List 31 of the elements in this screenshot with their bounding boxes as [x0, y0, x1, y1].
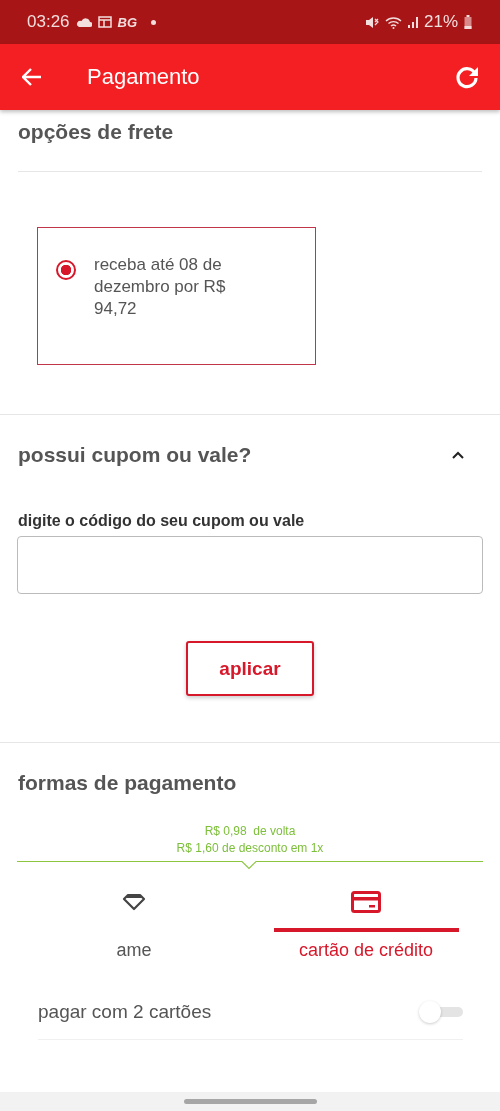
credit-card-icon: [351, 891, 381, 913]
toggle-switch[interactable]: [419, 1000, 463, 1024]
wifi-icon: [384, 15, 402, 29]
cashback-text: R$ 0,98 de volta: [204, 823, 296, 840]
dot-icon: [151, 19, 157, 25]
section-title: possui cupom ou vale?: [18, 442, 252, 467]
shipping-option-card[interactable]: receba até 08 de dezembro por R$ 94,72: [37, 227, 316, 365]
shipping-option-text: receba até 08 de dezembro por R$ 94,72: [94, 254, 227, 320]
apply-button[interactable]: aplicar: [186, 641, 314, 696]
battery-icon: [464, 15, 472, 29]
refresh-button[interactable]: [454, 64, 480, 90]
battery-level: 21%: [423, 12, 458, 32]
diamond-icon: [122, 893, 146, 911]
radio-button[interactable]: [56, 260, 76, 280]
screen-title: Pagamento: [87, 64, 201, 90]
toggle-label: pagar com 2 cartões: [38, 1001, 212, 1023]
cloud-icon: [75, 17, 92, 27]
payment-tab[interactable]: ame: [18, 886, 250, 961]
calendar-icon: [97, 16, 112, 28]
coupon-field[interactable]: [17, 536, 483, 594]
mute-icon: [364, 15, 379, 29]
clock-time: 03:26: [27, 12, 70, 32]
status-label: BG: [117, 14, 138, 30]
caret-icon[interactable]: [452, 450, 464, 459]
payment-tab[interactable]: cartão de crédito: [250, 886, 482, 961]
field-label: digite o código do seu cupom ou vale: [18, 512, 306, 530]
back-button[interactable]: [22, 68, 42, 86]
section-title: opções de frete: [18, 120, 174, 144]
signal-icon: [407, 16, 420, 28]
section-title: formas de pagamento: [18, 771, 237, 795]
cashback-text: R$ 1,60 de desconto em 1x: [176, 840, 324, 857]
